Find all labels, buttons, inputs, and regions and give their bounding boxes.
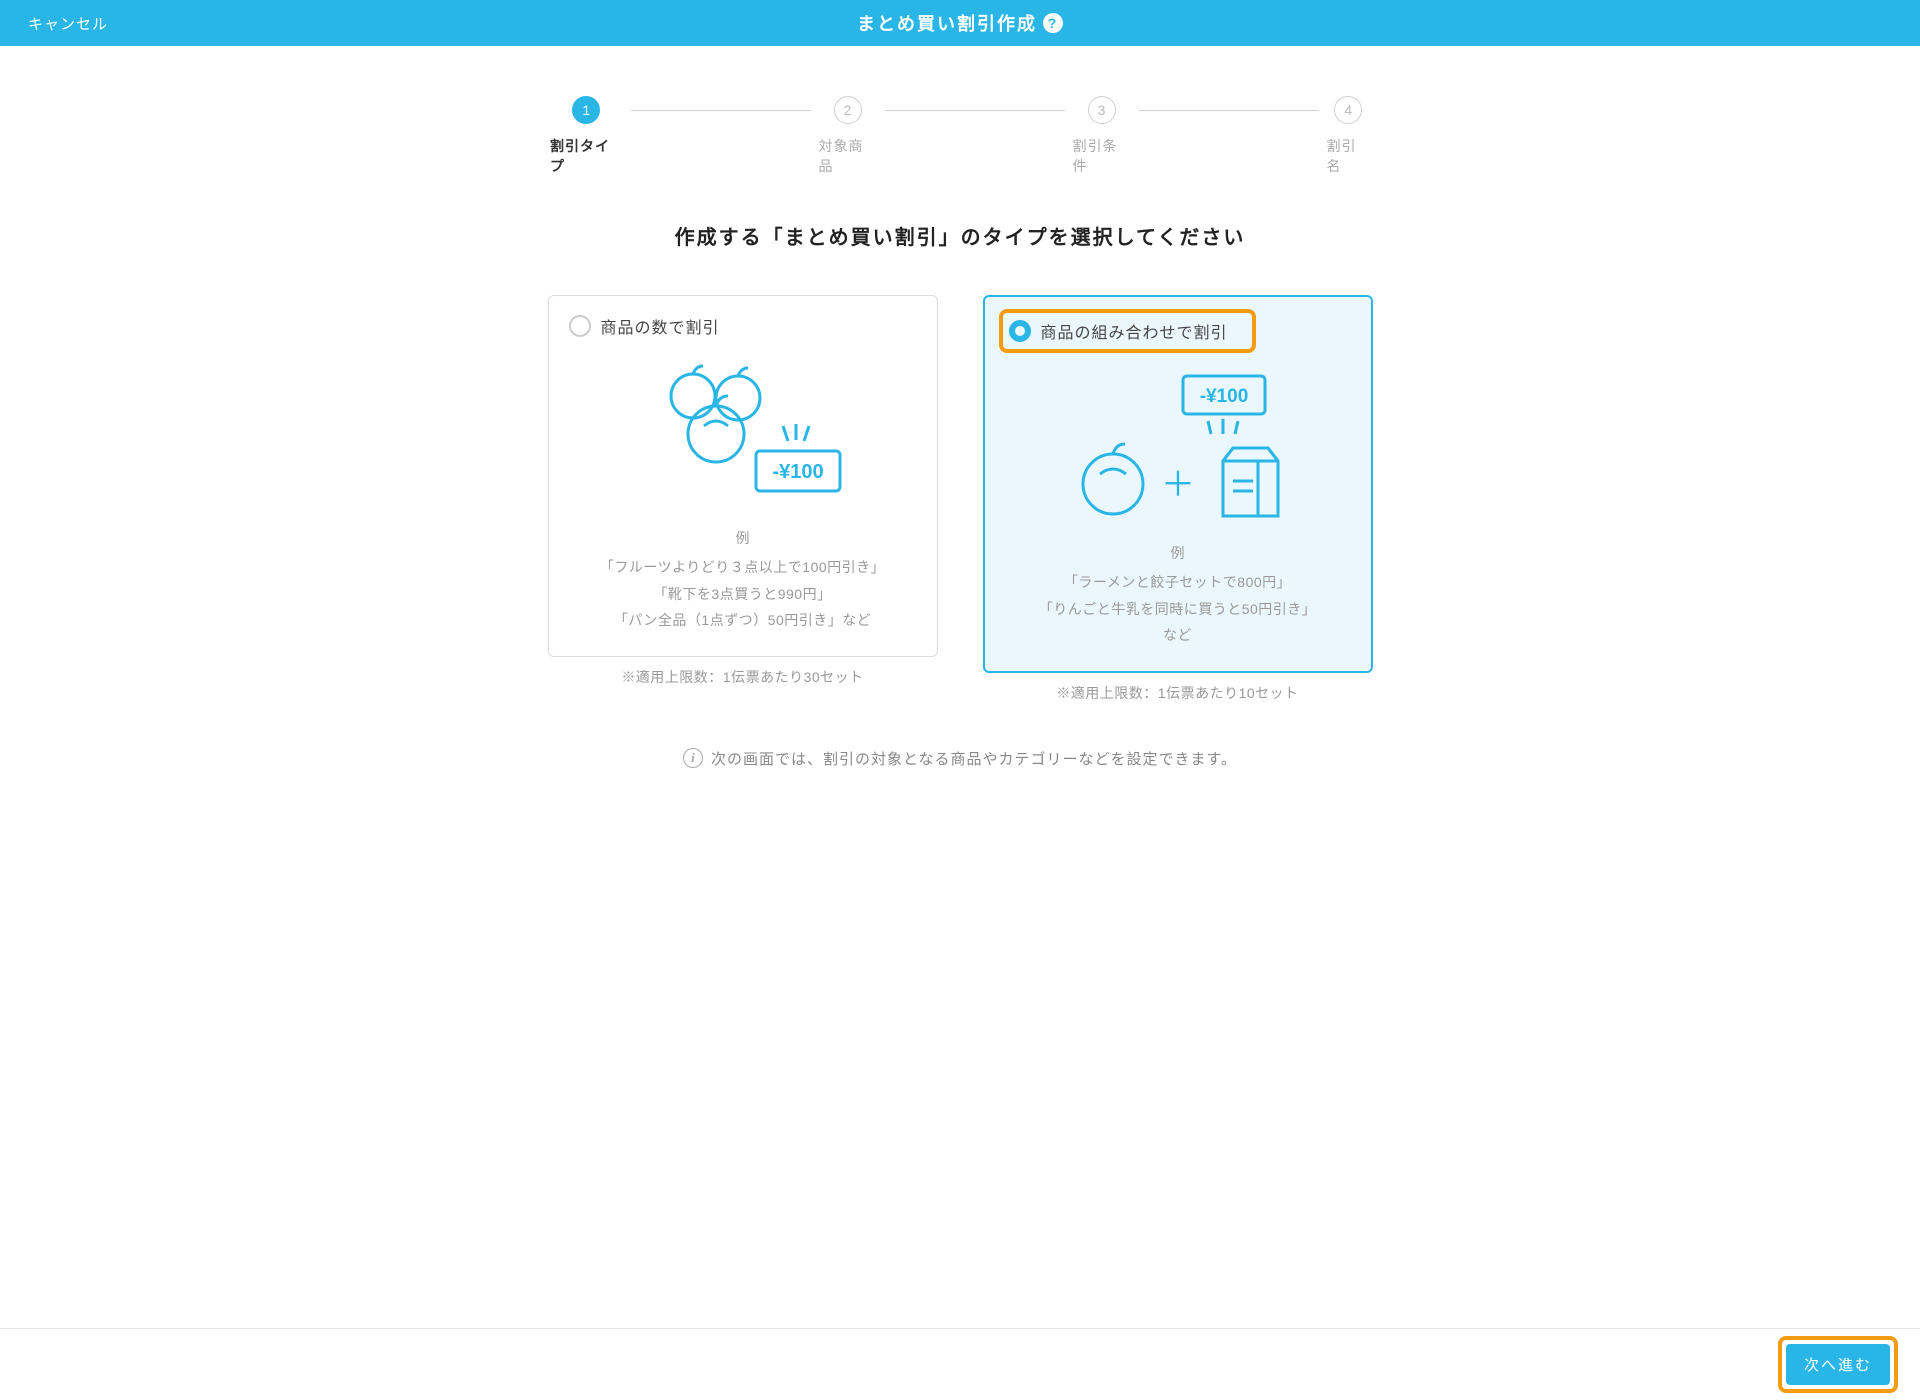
option-quantity-wrap: 商品の数で割引 xyxy=(548,295,938,703)
step-circle-2: 2 xyxy=(834,96,862,124)
step-line xyxy=(885,110,1065,111)
step-1: 1 割引タイプ xyxy=(550,96,623,176)
step-line xyxy=(631,110,811,111)
example-line: など xyxy=(1005,622,1351,649)
cancel-button[interactable]: キャンセル xyxy=(28,13,108,34)
radio-combination[interactable] xyxy=(1009,320,1031,342)
step-label-3: 割引条件 xyxy=(1073,136,1131,176)
example-line: 「ラーメンと餃子セットで800円」 xyxy=(1005,569,1351,596)
title-text: まとめ買い割引作成 xyxy=(857,10,1037,36)
step-4: 4 割引名 xyxy=(1327,96,1371,176)
example-line: 「りんごと牛乳を同時に買うと50円引き」 xyxy=(1005,596,1351,623)
example-line: 「フルーツよりどり３点以上で100円引き」 xyxy=(569,554,917,581)
step-2: 2 対象商品 xyxy=(819,96,877,176)
help-icon[interactable]: ? xyxy=(1043,13,1063,33)
next-button[interactable]: 次へ進む xyxy=(1786,1344,1890,1385)
step-label-4: 割引名 xyxy=(1327,136,1371,176)
step-label-2: 対象商品 xyxy=(819,136,877,176)
price-tag-text: -¥100 xyxy=(772,461,823,483)
highlight-annotation: 商品の組み合わせで割引 xyxy=(999,309,1256,353)
step-3: 3 割引条件 xyxy=(1073,96,1131,176)
limit-text-combination: ※適用上限数：1伝票あたり10セット xyxy=(1056,683,1298,703)
step-circle-1: 1 xyxy=(572,96,600,124)
step-circle-4: 4 xyxy=(1334,96,1362,124)
example-text-quantity: 「フルーツよりどり３点以上で100円引き」 「靴下を3点買うと990円」 「パン… xyxy=(569,554,917,634)
price-tag-text: -¥100 xyxy=(1199,386,1248,407)
option-combination-card[interactable]: 商品の組み合わせで割引 xyxy=(983,295,1373,673)
option-combination-header: 商品の組み合わせで割引 xyxy=(1005,315,1351,353)
option-quantity-card[interactable]: 商品の数で割引 xyxy=(548,295,938,657)
highlight-annotation: 次へ進む xyxy=(1778,1336,1898,1393)
example-label: 例 xyxy=(569,528,917,548)
option-combination-wrap: 商品の組み合わせで割引 xyxy=(983,295,1373,703)
info-row: i 次の画面では、割引の対象となる商品やカテゴリーなどを設定できます。 xyxy=(0,748,1920,769)
example-line: 「パン全品（1点ずつ）50円引き」など xyxy=(569,607,917,634)
example-text-combination: 「ラーメンと餃子セットで800円」 「りんごと牛乳を同時に買うと50円引き」 な… xyxy=(1005,569,1351,649)
instruction-text: 作成する「まとめ買い割引」のタイプを選択してください xyxy=(0,221,1920,250)
option-quantity-title: 商品の数で割引 xyxy=(601,314,720,338)
header: キャンセル まとめ買い割引作成 ? xyxy=(0,0,1920,46)
stepper: 1 割引タイプ 2 対象商品 3 割引条件 4 割引名 xyxy=(510,96,1410,176)
option-combination-title: 商品の組み合わせで割引 xyxy=(1041,319,1228,343)
step-line xyxy=(1139,110,1319,111)
radio-quantity[interactable] xyxy=(569,315,591,337)
footer: 次へ進む xyxy=(0,1328,1920,1400)
option-quantity-header: 商品の数で割引 xyxy=(569,314,917,338)
example-label: 例 xyxy=(1005,543,1351,563)
limit-text-quantity: ※適用上限数：1伝票あたり30セット xyxy=(621,667,863,687)
example-line: 「靴下を3点買うと990円」 xyxy=(569,581,917,608)
options-container: 商品の数で割引 xyxy=(510,295,1410,703)
step-circle-3: 3 xyxy=(1088,96,1116,124)
step-label-1: 割引タイプ xyxy=(550,136,623,176)
info-icon: i xyxy=(683,748,703,768)
plus-icon: ＋ xyxy=(1161,466,1195,504)
option-quantity-illustration: -¥100 xyxy=(569,348,917,523)
info-text: 次の画面では、割引の対象となる商品やカテゴリーなどを設定できます。 xyxy=(711,748,1237,769)
option-combination-illustration: -¥100 ＋ xyxy=(1005,363,1351,538)
page-title: まとめ買い割引作成 ? xyxy=(857,10,1063,36)
